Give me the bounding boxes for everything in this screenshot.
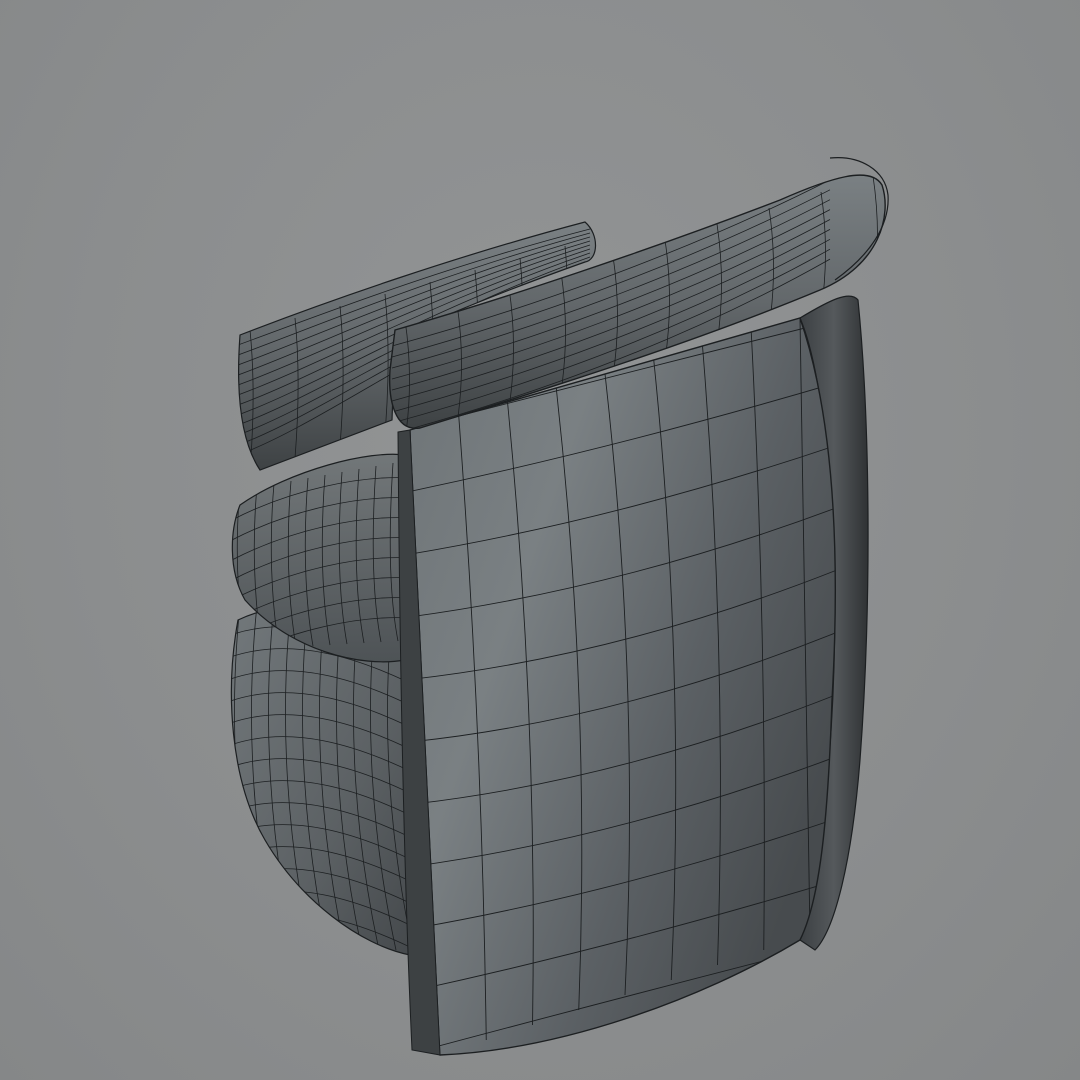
back-panel <box>409 317 836 1056</box>
3d-viewport[interactable] <box>0 0 1080 1080</box>
armchair-model <box>230 157 889 1056</box>
